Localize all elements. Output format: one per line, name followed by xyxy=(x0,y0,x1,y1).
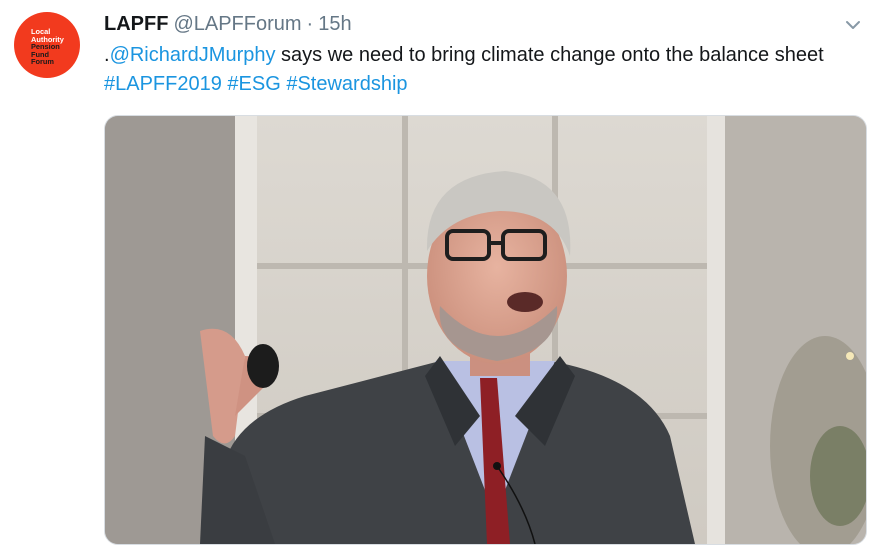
tweet-photo[interactable] xyxy=(104,115,867,545)
tweet-text: .@RichardJMurphy says we need to bring c… xyxy=(104,41,844,99)
speaker-photo-illustration xyxy=(105,116,866,544)
hashtag-link[interactable]: #LAPFF2019 xyxy=(104,73,222,95)
avatar-line-5: Forum xyxy=(31,57,54,67)
mention-link[interactable]: @RichardJMurphy xyxy=(110,44,276,66)
profile-avatar[interactable]: Local Authority Pension Fund Forum xyxy=(14,12,80,78)
chevron-down-icon[interactable] xyxy=(842,14,864,36)
user-handle[interactable]: @LAPFForum xyxy=(173,13,301,35)
avatar-logo-text: Local Authority Pension Fund Forum xyxy=(31,28,64,66)
display-name[interactable]: LAPFF xyxy=(104,13,168,35)
tweet-body: says we need to bring climate change ont… xyxy=(275,44,824,66)
separator-dot: · xyxy=(306,13,314,35)
hashtag-link[interactable]: #Stewardship xyxy=(286,73,407,95)
timestamp[interactable]: 15h xyxy=(318,13,351,35)
tweet-header: LAPFF @LAPFForum · 15h xyxy=(104,10,352,38)
hashtag-link[interactable]: #ESG xyxy=(227,73,280,95)
